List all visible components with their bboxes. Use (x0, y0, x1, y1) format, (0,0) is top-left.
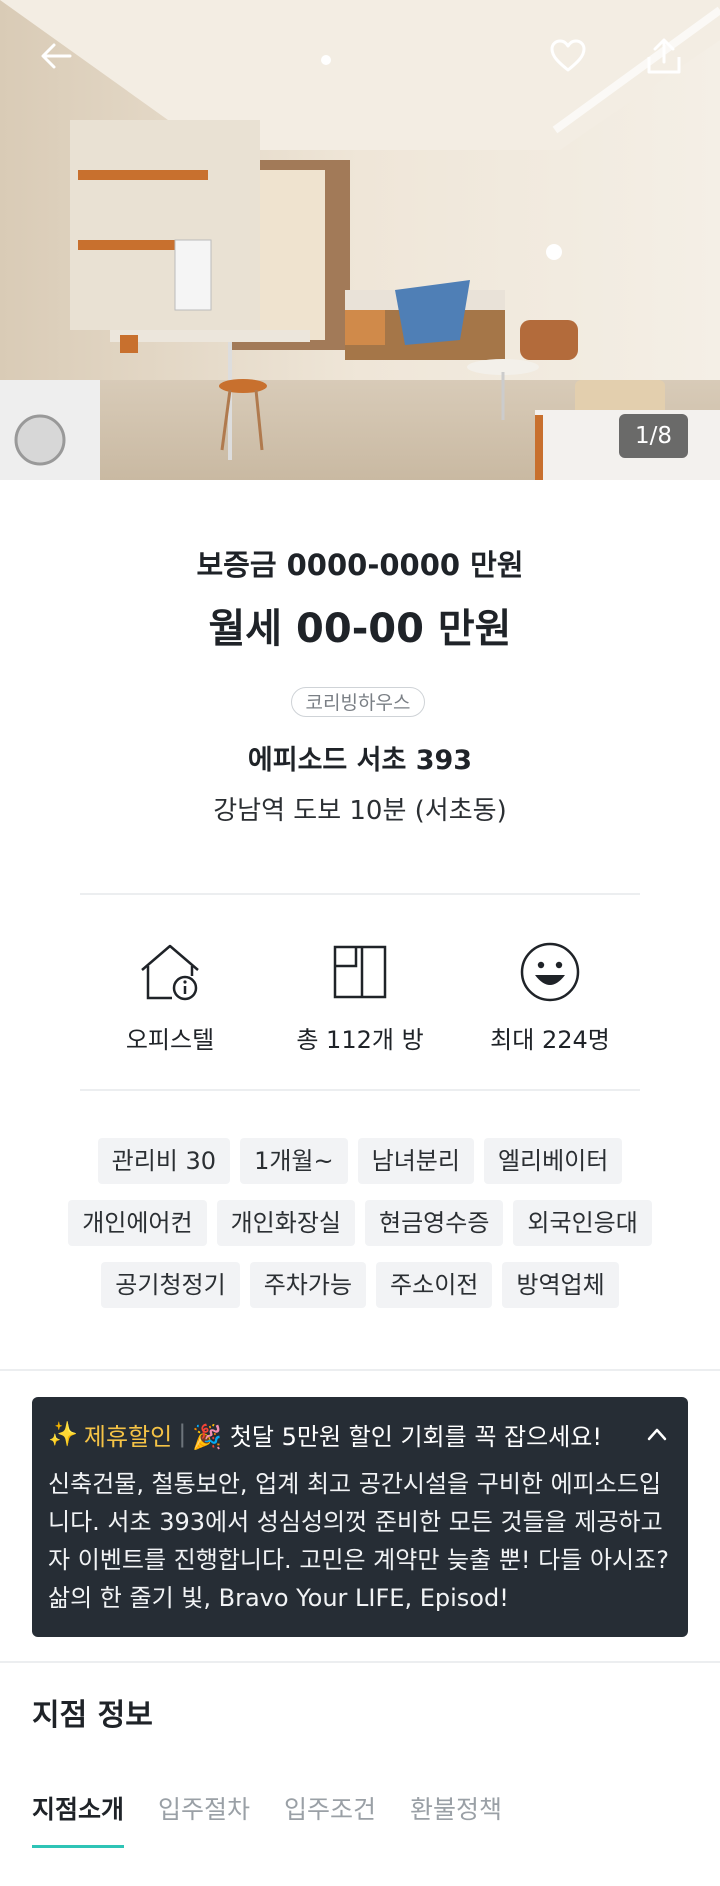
photo-counter: 1/8 (618, 414, 688, 458)
tag-row: 관리비 30 1개월~ 남녀분리 엘리베이터 (0, 1138, 720, 1184)
back-button[interactable] (30, 30, 82, 82)
tab-move-in-conditions[interactable]: 입주조건 (284, 1790, 376, 1848)
room-photo (0, 0, 720, 480)
branch-info-tabs: 지점소개 입주절차 입주조건 환불정책 (32, 1790, 502, 1848)
feature-tags: 관리비 30 1개월~ 남녀분리 엘리베이터 개인에어컨 개인화장실 현금영수증… (0, 1138, 720, 1324)
feature-tag: 외국인응대 (513, 1200, 652, 1246)
spec-room-count: 총 112개 방 (265, 940, 455, 1055)
spec-label: 총 112개 방 (296, 1026, 424, 1054)
feature-tag: 관리비 30 (97, 1138, 231, 1184)
feature-tag: 1개월~ (240, 1138, 348, 1184)
brand-badge: 코리빙하우스 (291, 687, 425, 717)
divider (80, 893, 640, 895)
branch-info-title: 지점 정보 (32, 1698, 153, 1733)
back-arrow-icon (41, 43, 72, 69)
share-icon (647, 38, 681, 74)
heart-icon (550, 39, 586, 72)
feature-tag: 개인화장실 (216, 1200, 355, 1246)
collapse-button[interactable] (646, 1427, 668, 1441)
tag-row: 공기청정기 주차가능 주소이전 방역업체 (0, 1262, 720, 1308)
divider (80, 1089, 640, 1091)
promo-divider: | (178, 1420, 187, 1448)
feature-tag: 남녀분리 (357, 1138, 474, 1184)
tab-move-in-process[interactable]: 입주절차 (158, 1790, 250, 1848)
room-layout-icon (333, 945, 387, 999)
feature-tag: 엘리베이터 (483, 1138, 623, 1184)
feature-tag: 방역업체 (502, 1262, 619, 1308)
feature-tag: 현금영수증 (365, 1200, 504, 1246)
smiley-icon (520, 942, 580, 1002)
feature-tag: 공기청정기 (101, 1262, 240, 1308)
share-button[interactable] (638, 30, 690, 82)
promo-banner[interactable]: ✨ 제휴할인 | 🎉 첫달 5만원 할인 기회를 꼭 잡으세요! 신축건물, 철… (32, 1397, 688, 1637)
property-location: 강남역 도보 10분 (서초동) (213, 796, 507, 826)
section-separator (0, 1661, 720, 1663)
feature-tag: 주소이전 (376, 1262, 493, 1308)
spec-building-type: 오피스텔 (75, 940, 265, 1055)
monthly-rent: 월세 00-00 만원 (208, 606, 512, 652)
feature-tag: 개인에어컨 (68, 1200, 207, 1246)
promo-header[interactable]: ✨ 제휴할인 | 🎉 첫달 5만원 할인 기회를 꼭 잡으세요! (48, 1417, 672, 1451)
favorite-button[interactable] (542, 30, 594, 82)
spec-label: 최대 224명 (490, 1026, 610, 1054)
deposit-price: 보증금 0000-0000 만원 (196, 548, 524, 582)
spec-capacity: 최대 224명 (455, 940, 645, 1055)
house-info-icon (141, 944, 199, 1001)
sparkle-icon: ✨ (48, 1420, 78, 1448)
chevron-up-icon (647, 1428, 667, 1441)
hero-photo-carousel[interactable]: 1/8 (0, 0, 720, 480)
promo-label: 제휴할인 (83, 1422, 173, 1451)
promo-headline: 🎉 첫달 5만원 할인 기회를 꼭 잡으세요! (192, 1422, 602, 1451)
feature-tag: 주차가능 (249, 1262, 367, 1308)
property-name: 에피소드 서초 393 (247, 745, 473, 776)
spec-label: 오피스텔 (125, 1026, 215, 1054)
section-separator (0, 1369, 720, 1371)
tag-row: 개인에어컨 개인화장실 현금영수증 외국인응대 (0, 1200, 720, 1246)
tab-branch-intro[interactable]: 지점소개 (32, 1790, 125, 1848)
tab-refund-policy[interactable]: 환불정책 (410, 1790, 502, 1848)
promo-description: 신축건물, 철통보안, 업계 최고 공간시설을 구비한 에피소드입니다. 서초 … (48, 1470, 669, 1612)
